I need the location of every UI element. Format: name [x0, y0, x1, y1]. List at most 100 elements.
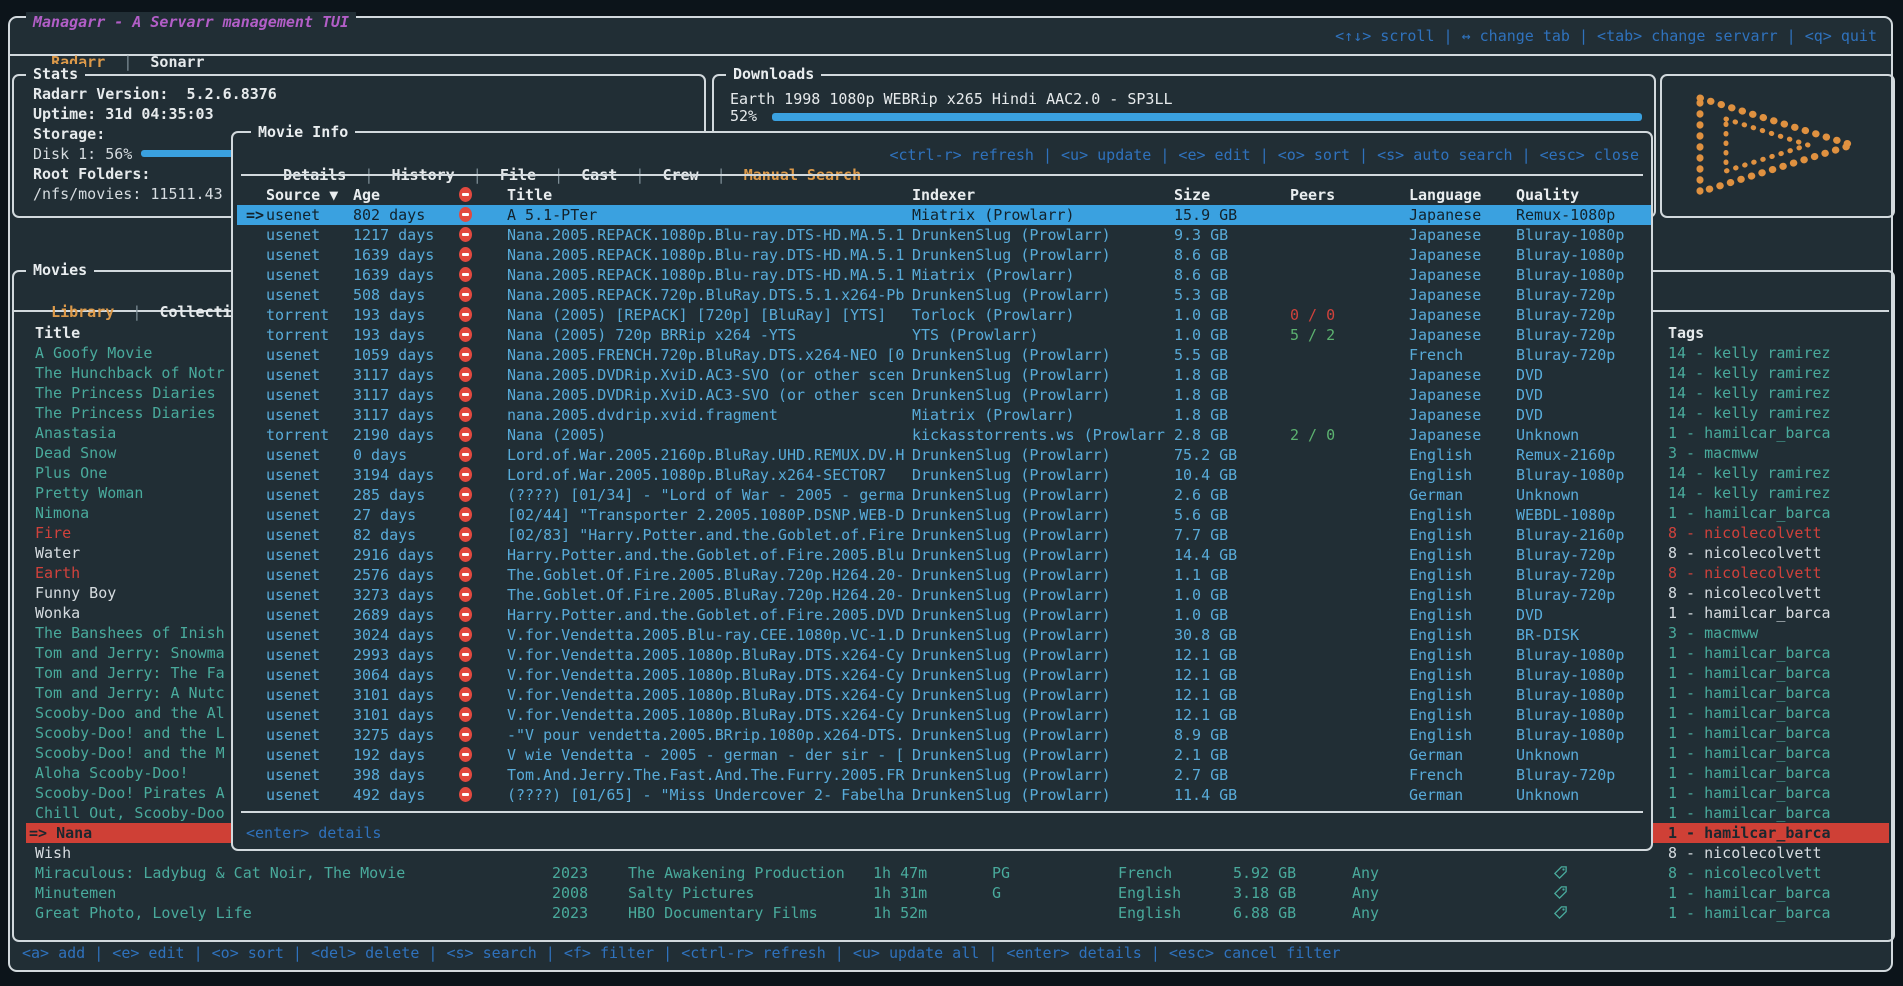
movies-column-tags: Tags: [1668, 323, 1704, 343]
result-indexer: DrunkenSlug (Prowlarr): [912, 505, 1111, 525]
search-result-row[interactable]: usenet3117 daysnana.2005.dvdrip.xvid.fra…: [237, 405, 1651, 425]
column-quality[interactable]: Quality: [1516, 185, 1579, 205]
rejected-icon: [459, 507, 472, 522]
movie-title: Tom and Jerry: Snowma: [35, 643, 225, 663]
result-quality: DVD: [1516, 365, 1543, 385]
result-title: Nana (2005) [REPACK] [720p] [BluRay] [YT…: [507, 305, 907, 325]
result-age: 2993 days: [353, 645, 434, 665]
search-result-row[interactable]: usenet398 daysTom.And.Jerry.The.Fast.And…: [237, 765, 1651, 785]
movie-tag: 8 - nicolecolvett: [1668, 863, 1822, 883]
disk-label: Disk 1:: [33, 145, 96, 163]
search-result-row[interactable]: usenet1639 daysNana.2005.REPACK.1080p.Bl…: [237, 245, 1651, 265]
rejected-icon: [459, 667, 472, 682]
movie-tag: 1 - hamilcar_barca: [1668, 823, 1831, 843]
search-result-row[interactable]: usenet0 daysLord.of.War.2005.2160p.BluRa…: [237, 445, 1651, 465]
movie-tag: 14 - kelly ramirez: [1668, 343, 1831, 363]
result-age: 492 days: [353, 785, 425, 805]
search-result-row[interactable]: torrent2190 daysNana (2005)kickasstorren…: [237, 425, 1651, 445]
search-result-row[interactable]: usenet27 days[02/44] "Transporter 2.2005…: [237, 505, 1651, 525]
result-age: 3117 days: [353, 385, 434, 405]
movie-tag: 1 - hamilcar_barca: [1668, 743, 1831, 763]
movie-title: The Princess Diaries: [35, 403, 216, 423]
result-indexer: DrunkenSlug (Prowlarr): [912, 745, 1111, 765]
search-result-row[interactable]: usenet3024 daysV.for.Vendetta.2005.Blu-r…: [237, 625, 1651, 645]
result-source: usenet: [266, 545, 320, 565]
stats-panel-title: Stats: [26, 64, 85, 84]
search-result-row[interactable]: usenet2576 daysThe.Goblet.Of.Fire.2005.B…: [237, 565, 1651, 585]
rejected-icon: [459, 467, 472, 482]
result-quality: Bluray-1080p: [1516, 725, 1624, 745]
movie-tag: 8 - nicolecolvett: [1668, 563, 1822, 583]
column-size[interactable]: Size: [1174, 185, 1210, 205]
movie-title: A Goofy Movie: [35, 343, 152, 363]
result-size: 8.6 GB: [1174, 245, 1228, 265]
search-result-row[interactable]: usenet3194 daysLord.of.War.2005.1080p.Bl…: [237, 465, 1651, 485]
result-quality: Remux-2160p: [1516, 445, 1615, 465]
movie-rating: G: [992, 883, 1001, 903]
search-result-row[interactable]: usenet3101 daysV.for.Vendetta.2005.1080p…: [237, 705, 1651, 725]
movie-title: Earth: [35, 563, 80, 583]
result-age: 3024 days: [353, 625, 434, 645]
result-language: English: [1409, 685, 1472, 705]
download-item[interactable]: Earth 1998 1080p WEBRip x265 Hindi AAC2.…: [730, 89, 1173, 109]
search-result-row[interactable]: torrent193 daysNana (2005) 720p BRRip x2…: [237, 325, 1651, 345]
search-result-row[interactable]: usenet3117 daysNana.2005.DVDRip.XviD.AC3…: [237, 385, 1651, 405]
result-quality: DVD: [1516, 385, 1543, 405]
search-result-row[interactable]: usenet1217 daysNana.2005.REPACK.1080p.Bl…: [237, 225, 1651, 245]
downloads-panel-title: Downloads: [726, 64, 821, 84]
result-language: Japanese: [1409, 325, 1481, 345]
tab-sonarr[interactable]: Sonarr: [150, 53, 204, 71]
movie-tag: 1 - hamilcar_barca: [1668, 503, 1831, 523]
result-source: usenet: [266, 365, 320, 385]
result-age: 82 days: [353, 525, 416, 545]
sort-desc-icon: ▼: [329, 186, 338, 204]
movie-title: Aloha Scooby-Doo!: [35, 763, 189, 783]
search-result-row[interactable]: usenet2993 daysV.for.Vendetta.2005.1080p…: [237, 645, 1651, 665]
column-language[interactable]: Language: [1409, 185, 1481, 205]
movie-language: French: [1118, 863, 1172, 883]
movie-row[interactable]: Great Photo, Lovely Life2023HBO Document…: [26, 903, 1889, 923]
result-indexer: DrunkenSlug (Prowlarr): [912, 465, 1111, 485]
column-peers[interactable]: Peers: [1290, 185, 1335, 205]
result-source: usenet: [266, 205, 320, 225]
result-quality: Bluray-720p: [1516, 545, 1615, 565]
column-title[interactable]: Title: [507, 185, 552, 205]
result-title: A 5.1-PTer: [507, 205, 907, 225]
result-title: (????) [01/34] - "Lord of War - 2005 - g…: [507, 485, 907, 505]
movie-size: 3.18 GB: [1233, 883, 1296, 903]
result-language: German: [1409, 785, 1463, 805]
search-result-row[interactable]: usenet1639 daysNana.2005.REPACK.1080p.Bl…: [237, 265, 1651, 285]
result-source: usenet: [266, 405, 320, 425]
search-result-row[interactable]: usenet192 daysV wie Vendetta - 2005 - ge…: [237, 745, 1651, 765]
result-quality: Bluray-1080p: [1516, 685, 1624, 705]
search-result-row[interactable]: usenet82 days[02/83] "Harry.Potter.and.t…: [237, 525, 1651, 545]
search-result-row[interactable]: usenet3273 daysThe.Goblet.Of.Fire.2005.B…: [237, 585, 1651, 605]
search-result-row[interactable]: torrent193 daysNana (2005) [REPACK] [720…: [237, 305, 1651, 325]
tab-library[interactable]: Library: [51, 303, 114, 321]
result-quality: Bluray-1080p: [1516, 265, 1624, 285]
search-result-row[interactable]: usenet2916 daysHarry.Potter.and.the.Gobl…: [237, 545, 1651, 565]
result-language: Japanese: [1409, 365, 1481, 385]
search-result-row[interactable]: usenet3117 daysNana.2005.DVDRip.XviD.AC3…: [237, 365, 1651, 385]
rejected-icon: [459, 487, 472, 502]
column-age[interactable]: Age: [353, 185, 380, 205]
result-size: 30.8 GB: [1174, 625, 1237, 645]
result-quality: Bluray-720p: [1516, 325, 1615, 345]
result-title: V.for.Vendetta.2005.1080p.BluRay.DTS.x26…: [507, 665, 907, 685]
column-indexer[interactable]: Indexer: [912, 185, 975, 205]
result-title: Nana.2005.REPACK.720p.BluRay.DTS.5.1.x26…: [507, 285, 907, 305]
search-result-row[interactable]: usenet492 days(????) [01/65] - "Miss Und…: [237, 785, 1651, 805]
search-result-row[interactable]: usenet3101 daysV.for.Vendetta.2005.1080p…: [237, 685, 1651, 705]
search-result-row[interactable]: usenet508 daysNana.2005.REPACK.720p.BluR…: [237, 285, 1651, 305]
search-result-row[interactable]: usenet3064 daysV.for.Vendetta.2005.1080p…: [237, 665, 1651, 685]
search-result-row[interactable]: usenet3275 days-"V pour vendetta.2005.BR…: [237, 725, 1651, 745]
search-result-row[interactable]: usenet1059 daysNana.2005.FRENCH.720p.Blu…: [237, 345, 1651, 365]
movie-row[interactable]: Miraculous: Ladybug & Cat Noir, The Movi…: [26, 863, 1889, 883]
column-source[interactable]: Source ▼: [266, 185, 338, 205]
movie-tag: 14 - kelly ramirez: [1668, 483, 1831, 503]
search-result-row[interactable]: usenet285 days(????) [01/34] - "Lord of …: [237, 485, 1651, 505]
movie-row[interactable]: Minutemen2008Salty Pictures1h 31mGEnglis…: [26, 883, 1889, 903]
result-language: Japanese: [1409, 405, 1481, 425]
search-result-row[interactable]: usenet2689 daysHarry.Potter.and.the.Gobl…: [237, 605, 1651, 625]
search-result-row[interactable]: =>usenet802 daysA 5.1-PTerMiatrix (Prowl…: [237, 205, 1651, 225]
